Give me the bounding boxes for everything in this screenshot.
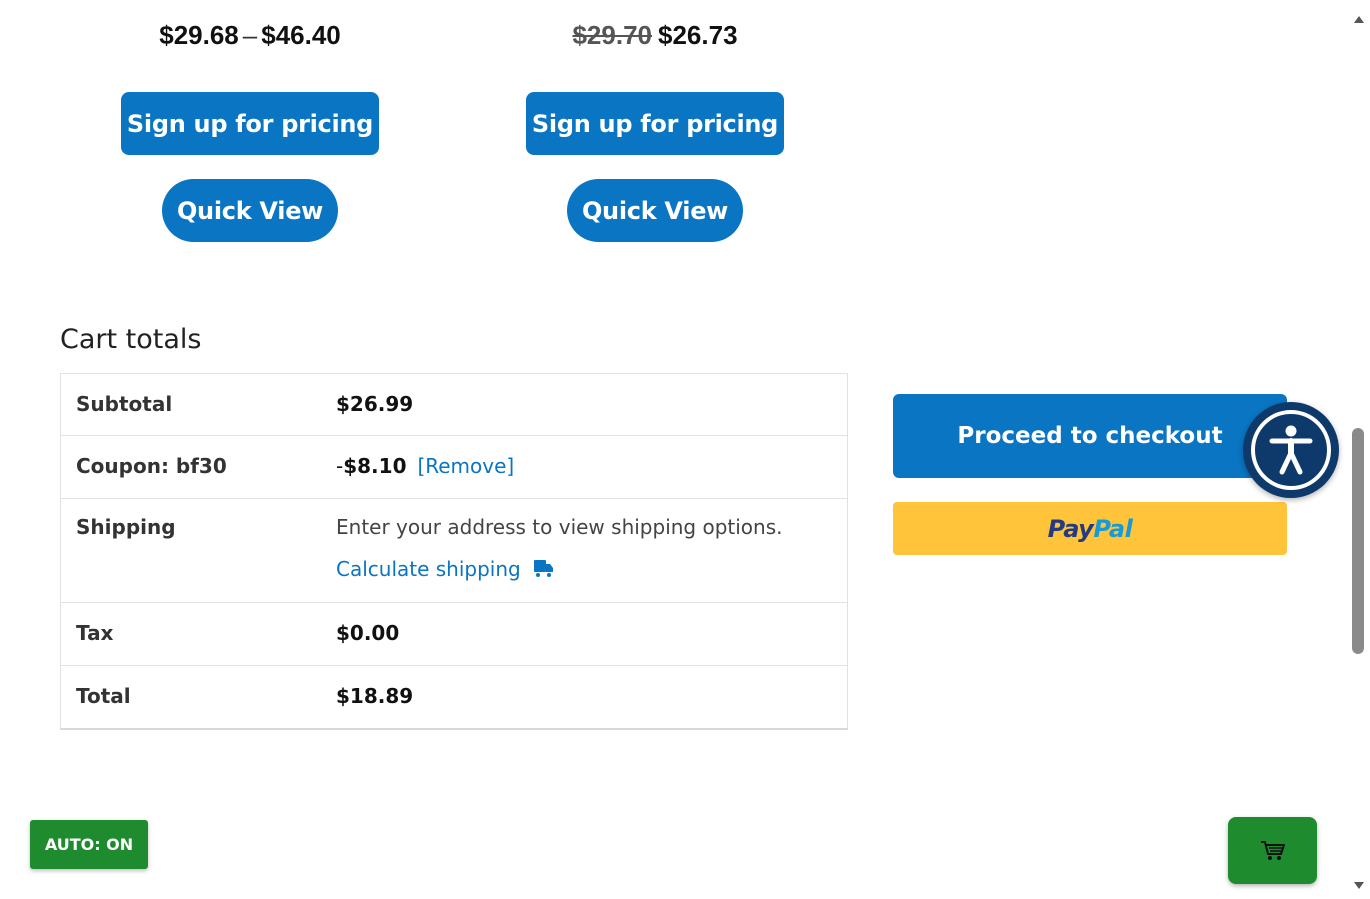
proceed-to-checkout-button[interactable]: Proceed to checkout [893,394,1287,478]
total-label: Total [76,684,131,708]
accessibility-button[interactable] [1243,402,1339,498]
subtotal-row: Subtotal $26.99 [61,374,847,436]
page: $29.68– $46.40 Sign up for pricing Quick … [0,0,1370,899]
truck-icon [533,560,553,577]
tax-row: Tax $0.00 [61,603,847,666]
cart-totals-heading: Cart totals [60,324,202,355]
cart-icon [1260,840,1285,860]
coupon-amount: $8.10 [343,454,407,478]
scrollbar-thumb[interactable] [1352,428,1364,654]
cart-totals-table: Subtotal $26.99 Coupon: bf30 -$8.10 [Rem… [60,373,848,730]
price-low: $29.68 [159,20,239,50]
tax-value: $0.00 [336,621,400,645]
scroll-up-arrow-icon[interactable] [1354,16,1364,23]
remove-coupon-link[interactable]: [Remove] [417,454,514,478]
shipping-label: Shipping [76,515,176,539]
accessibility-icon-ring [1251,410,1331,490]
paypal-logo-pal: Pal [1093,514,1133,543]
shipping-row: Shipping Enter your address to view ship… [61,499,847,603]
subtotal-value: $26.99 [336,392,414,416]
product-price: $29.70 $26.73 [455,18,855,52]
floating-cart-button[interactable] [1228,817,1317,884]
paypal-logo: PayPal [1048,515,1133,543]
scroll-down-arrow-icon[interactable] [1354,882,1364,889]
price-separator: – [242,20,258,50]
price-old: $29.70 [572,20,652,50]
total-value: $18.89 [336,684,414,708]
sign-up-for-pricing-button[interactable]: Sign up for pricing [121,92,379,155]
paypal-button[interactable]: PayPal [893,502,1287,555]
calculate-shipping-link[interactable]: Calculate shipping [336,557,555,581]
total-row: Total $18.89 [61,666,847,728]
coupon-row: Coupon: bf30 -$8.10 [Remove] [61,436,847,499]
tax-label: Tax [76,621,114,645]
paypal-logo-pay: Pay [1047,514,1094,543]
quick-view-button[interactable]: Quick View [162,179,338,242]
calculate-shipping-label: Calculate shipping [336,557,521,581]
accessibility-icon [1269,425,1313,475]
product-price: $29.68– $46.40 [50,18,450,52]
quick-view-button[interactable]: Quick View [567,179,743,242]
price-high: $46.40 [261,20,341,50]
subtotal-label: Subtotal [76,392,173,416]
vertical-scrollbar[interactable] [1349,0,1370,899]
shipping-info-text: Enter your address to view shipping opti… [336,515,783,539]
coupon-label: Coupon: bf30 [76,454,227,478]
sign-up-for-pricing-button[interactable]: Sign up for pricing [526,92,784,155]
auto-toggle-button[interactable]: AUTO: ON [30,820,148,869]
coupon-value: -$8.10 [Remove] [336,454,514,478]
price-new: $26.73 [658,20,738,50]
